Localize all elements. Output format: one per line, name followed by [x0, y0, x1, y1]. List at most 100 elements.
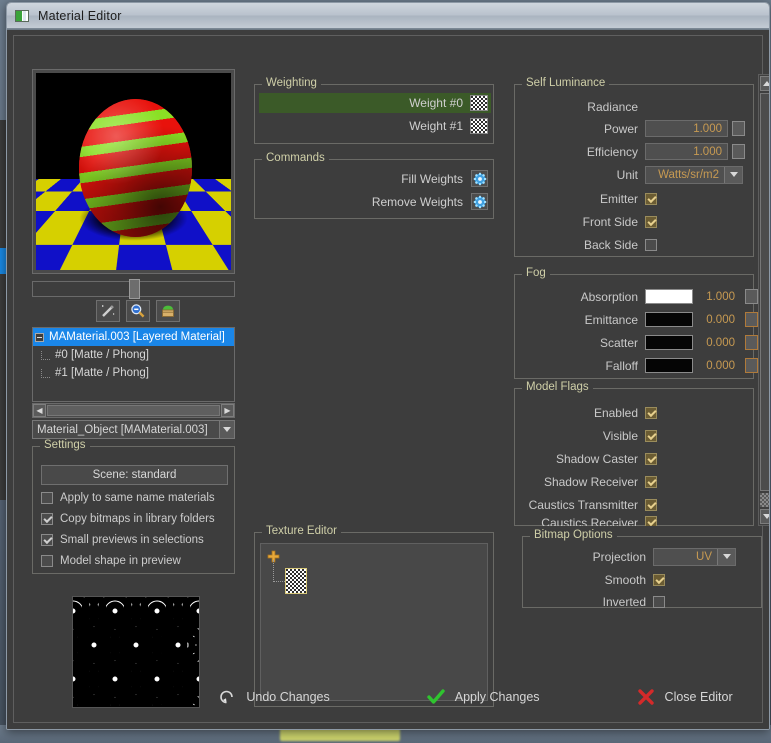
- emitter-row[interactable]: Emitter: [515, 188, 753, 209]
- scrollbar-thumb[interactable]: [760, 93, 769, 491]
- efficiency-input[interactable]: 1.000: [645, 143, 728, 160]
- visible-row[interactable]: Visible: [515, 425, 753, 446]
- projection-combo[interactable]: UV: [653, 547, 736, 566]
- apply-changes-button[interactable]: Apply Changes: [426, 687, 540, 707]
- app-icon: [15, 9, 29, 22]
- gear-icon[interactable]: [471, 193, 488, 210]
- preview-slider[interactable]: [32, 279, 235, 299]
- remove-weights-row[interactable]: Remove Weights: [259, 191, 491, 212]
- tree-indent: [35, 350, 55, 360]
- checkbox-icon[interactable]: [41, 492, 53, 504]
- back-side-row[interactable]: Back Side: [515, 234, 753, 255]
- enabled-checkbox[interactable]: [645, 406, 657, 419]
- tree-node-layer1[interactable]: #1 [Matte / Phong]: [33, 364, 234, 382]
- preview-slider-thumb[interactable]: [129, 279, 140, 299]
- absorption-color-swatch[interactable]: [645, 289, 693, 304]
- preview-canvas: [36, 73, 231, 270]
- scroll-right-icon[interactable]: ▶: [221, 404, 234, 417]
- setting-small-previews[interactable]: Small previews in selections: [41, 534, 204, 546]
- emittance-spinner[interactable]: [745, 312, 758, 327]
- emittance-color-swatch[interactable]: [645, 312, 693, 327]
- front-side-row[interactable]: Front Side: [515, 211, 753, 232]
- checkbox-icon[interactable]: [41, 534, 53, 546]
- scatter-spinner[interactable]: [745, 335, 758, 350]
- weight-row-0[interactable]: Weight #0: [259, 93, 491, 113]
- scroll-left-icon[interactable]: ◀: [33, 404, 46, 417]
- caustics-receiver-row[interactable]: Caustics Receiver: [515, 516, 753, 526]
- weighting-legend: Weighting: [262, 77, 321, 89]
- falloff-color-swatch[interactable]: [645, 358, 693, 373]
- chevron-down-icon[interactable]: [717, 548, 735, 565]
- inverted-checkbox[interactable]: [653, 595, 665, 608]
- shadow-receiver-row[interactable]: Shadow Receiver: [515, 471, 753, 492]
- tree-node-layer0[interactable]: #0 [Matte / Phong]: [33, 346, 234, 364]
- scatter-value[interactable]: 0.000: [693, 337, 741, 349]
- caustics-transmitter-row[interactable]: Caustics Transmitter: [515, 494, 753, 515]
- weight-row-1[interactable]: Weight #1: [259, 116, 491, 136]
- scene-preset-button[interactable]: Scene: standard: [41, 465, 228, 485]
- gear-icon[interactable]: [471, 170, 488, 187]
- shadow-receiver-label: Shadow Receiver: [543, 474, 638, 489]
- material-tree[interactable]: MAMaterial.003 [Layered Material] #0 [Ma…: [32, 327, 235, 402]
- falloff-value[interactable]: 0.000: [693, 360, 741, 372]
- caustics-receiver-checkbox[interactable]: [645, 516, 657, 526]
- magic-wand-button[interactable]: [96, 300, 120, 322]
- visible-checkbox[interactable]: [645, 429, 657, 442]
- settings-group: Settings Scene: standard Apply to same n…: [32, 439, 235, 574]
- inverted-row[interactable]: Inverted: [523, 591, 761, 612]
- shadow-caster-checkbox[interactable]: [645, 452, 657, 465]
- scroll-up-icon[interactable]: [760, 76, 769, 91]
- tree-elbow-icon: [40, 368, 50, 378]
- unit-label: Unit: [616, 167, 638, 182]
- scatter-color-swatch[interactable]: [645, 335, 693, 350]
- back-side-checkbox[interactable]: [645, 238, 657, 251]
- emitter-checkbox[interactable]: [645, 192, 657, 205]
- texture-editor-canvas[interactable]: [260, 543, 488, 701]
- title-bar[interactable]: Material Editor: [7, 3, 769, 29]
- unit-row: Unit Watts/sr/m2: [515, 164, 753, 185]
- right-panel-scrollbar[interactable]: [758, 74, 769, 526]
- falloff-spinner[interactable]: [745, 358, 758, 373]
- smooth-checkbox[interactable]: [653, 573, 665, 586]
- material-preview-render[interactable]: [32, 69, 235, 274]
- front-side-checkbox[interactable]: [645, 215, 657, 228]
- scroll-down-icon[interactable]: [760, 509, 769, 524]
- absorption-value[interactable]: 1.000: [693, 291, 741, 303]
- setting-copy-bitmaps[interactable]: Copy bitmaps in library folders: [41, 513, 215, 525]
- emittance-value[interactable]: 0.000: [693, 314, 741, 326]
- caustics-transmitter-checkbox[interactable]: [645, 498, 657, 511]
- absorption-spinner[interactable]: [745, 289, 758, 304]
- shadow-caster-row[interactable]: Shadow Caster: [515, 448, 753, 469]
- undo-changes-button[interactable]: Undo Changes: [217, 687, 330, 707]
- scroll-track[interactable]: [47, 405, 220, 416]
- enabled-row[interactable]: Enabled: [515, 402, 753, 423]
- checker-texture-icon[interactable]: [285, 568, 307, 594]
- power-input[interactable]: 1.000: [645, 120, 728, 137]
- close-editor-button[interactable]: Close Editor: [636, 687, 733, 707]
- close-editor-label: Close Editor: [664, 690, 733, 704]
- window-title: Material Editor: [38, 8, 122, 23]
- fill-weights-row[interactable]: Fill Weights: [259, 168, 491, 189]
- chevron-down-icon[interactable]: [724, 166, 742, 183]
- object-selector-combo[interactable]: Material_Object [MAMaterial.003]: [32, 420, 235, 439]
- checker-texture-icon[interactable]: [470, 95, 488, 111]
- checker-texture-icon[interactable]: [470, 118, 488, 134]
- tree-node-root[interactable]: MAMaterial.003 [Layered Material]: [33, 328, 234, 346]
- unit-combo[interactable]: Watts/sr/m2: [645, 165, 743, 184]
- chevron-down-icon[interactable]: [219, 421, 234, 438]
- setting-model-shape[interactable]: Model shape in preview: [41, 555, 181, 567]
- shadow-caster-label: Shadow Caster: [555, 451, 638, 466]
- library-button[interactable]: [156, 300, 180, 322]
- smooth-row[interactable]: Smooth: [523, 569, 761, 590]
- scrollbar-grip[interactable]: [760, 493, 769, 507]
- shadow-receiver-checkbox[interactable]: [645, 475, 657, 488]
- zoom-out-button[interactable]: [126, 300, 150, 322]
- tree-horizontal-scrollbar[interactable]: ◀ ▶: [32, 403, 235, 418]
- setting-apply-same-name[interactable]: Apply to same name materials: [41, 492, 215, 504]
- checkbox-icon[interactable]: [41, 513, 53, 525]
- power-spinner[interactable]: [732, 121, 745, 136]
- setting-label: Copy bitmaps in library folders: [60, 513, 215, 525]
- efficiency-spinner[interactable]: [732, 144, 745, 159]
- tree-collapse-icon[interactable]: [35, 332, 44, 342]
- checkbox-icon[interactable]: [41, 555, 53, 567]
